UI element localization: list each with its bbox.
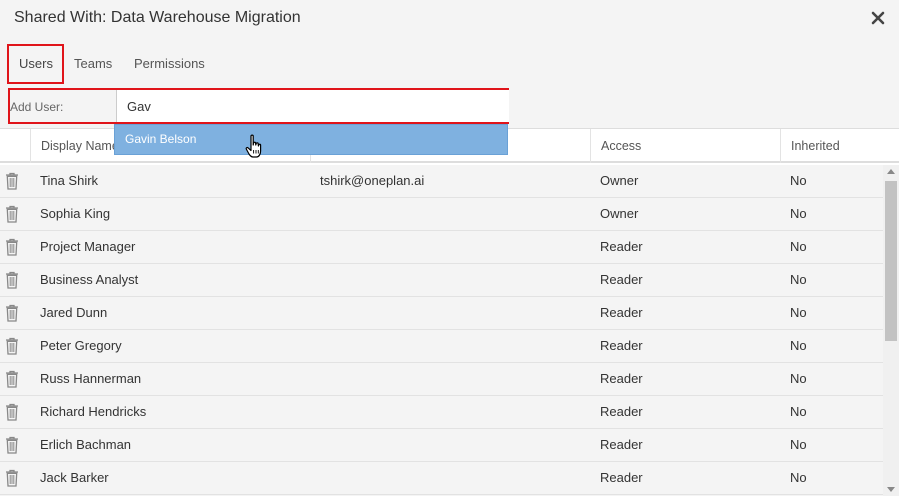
table-row: Erlich Bachman Reader No <box>0 429 883 462</box>
cell-email: tshirk@oneplan.ai <box>320 173 425 188</box>
user-suggestion-item[interactable]: Gavin Belson <box>114 124 508 155</box>
hand-cursor-icon <box>245 134 262 158</box>
vertical-scrollbar[interactable] <box>883 165 899 496</box>
tab-bar: Users Teams Permissions <box>0 44 899 84</box>
table-row: Jared Dunn Reader No <box>0 297 883 330</box>
cell-access: Reader <box>600 305 643 320</box>
cell-display-name: Jared Dunn <box>40 305 108 320</box>
cell-inherited: No <box>790 272 807 287</box>
cell-access: Reader <box>600 272 643 287</box>
cell-inherited: No <box>790 470 807 485</box>
dialog-header: Shared With: Data Warehouse Migration <box>0 0 899 38</box>
cell-inherited: No <box>790 239 807 254</box>
trash-icon[interactable] <box>5 205 19 223</box>
cell-access: Reader <box>600 371 643 386</box>
table-row: Sophia King Owner No <box>0 198 883 231</box>
table-row: Project Manager Reader No <box>0 231 883 264</box>
cell-display-name: Richard Hendricks <box>40 404 147 419</box>
trash-icon[interactable] <box>5 436 19 454</box>
cell-display-name: Erlich Bachman <box>40 437 132 452</box>
add-user-input[interactable] <box>116 90 509 122</box>
trash-icon[interactable] <box>5 172 19 190</box>
dialog-title: Shared With: Data Warehouse Migration <box>14 9 301 26</box>
trash-icon[interactable] <box>5 304 19 322</box>
cell-inherited: No <box>790 404 807 419</box>
column-header-access[interactable]: Access <box>590 129 780 163</box>
column-header-inherited[interactable]: Inherited <box>780 129 880 163</box>
tab-permissions[interactable]: Permissions <box>134 44 205 84</box>
close-icon[interactable] <box>871 11 885 25</box>
cell-inherited: No <box>790 338 807 353</box>
cell-display-name: Tina Shirk <box>40 173 99 188</box>
cell-display-name: Business Analyst <box>40 272 139 287</box>
trash-icon[interactable] <box>5 271 19 289</box>
cell-inherited: No <box>790 173 807 188</box>
cell-display-name: Russ Hannerman <box>40 371 142 386</box>
cell-inherited: No <box>790 305 807 320</box>
table-row: Jack Barker Reader No <box>0 462 883 495</box>
add-user-row: Add User: <box>8 88 509 124</box>
scroll-down-icon[interactable] <box>887 487 895 492</box>
add-user-label: Add User: <box>10 100 64 114</box>
scroll-thumb[interactable] <box>885 181 897 341</box>
trash-icon[interactable] <box>5 238 19 256</box>
tab-teams[interactable]: Teams <box>74 44 112 84</box>
cell-display-name: Project Manager <box>40 239 136 254</box>
table-row: Russ Hannerman Reader No <box>0 363 883 396</box>
cell-display-name: Peter Gregory <box>40 338 122 353</box>
table-row: Richard Hendricks Reader No <box>0 396 883 429</box>
table-row: Tina Shirk tshirk@oneplan.ai Owner No <box>0 165 883 198</box>
cell-access: Reader <box>600 239 643 254</box>
cell-access: Reader <box>600 404 643 419</box>
cell-inherited: No <box>790 371 807 386</box>
cell-display-name: Jack Barker <box>40 470 109 485</box>
table-row: Business Analyst Reader No <box>0 264 883 297</box>
trash-icon[interactable] <box>5 469 19 487</box>
scroll-up-icon[interactable] <box>887 169 895 174</box>
table-row: Peter Gregory Reader No <box>0 330 883 363</box>
cell-access: Reader <box>600 338 643 353</box>
cell-access: Reader <box>600 470 643 485</box>
cell-inherited: No <box>790 437 807 452</box>
cell-inherited: No <box>790 206 807 221</box>
trash-icon[interactable] <box>5 370 19 388</box>
users-table: Display Name Access Inherited Tina Shirk… <box>0 128 899 496</box>
table-body: Tina Shirk tshirk@oneplan.ai Owner No Sophia… <box>0 165 883 496</box>
cell-access: Owner <box>600 173 639 188</box>
cell-display-name: Sophia King <box>40 206 111 221</box>
cell-access: Owner <box>600 206 639 221</box>
tab-users[interactable]: Users <box>7 44 64 84</box>
trash-icon[interactable] <box>5 337 19 355</box>
cell-access: Reader <box>600 437 643 452</box>
trash-icon[interactable] <box>5 403 19 421</box>
